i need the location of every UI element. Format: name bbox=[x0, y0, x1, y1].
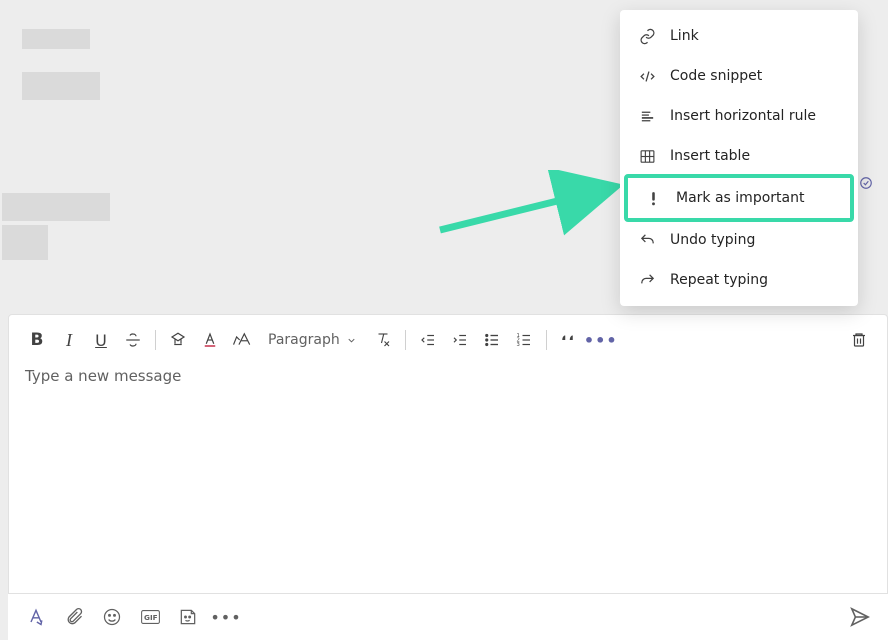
compose-input[interactable]: Type a new message bbox=[9, 359, 887, 593]
svg-text:GIF: GIF bbox=[144, 613, 158, 622]
font-color-button[interactable] bbox=[194, 323, 226, 357]
code-icon bbox=[638, 67, 656, 85]
paragraph-style-label: Paragraph bbox=[268, 332, 340, 348]
menu-item-label: Repeat typing bbox=[670, 272, 768, 288]
font-size-button[interactable] bbox=[226, 323, 258, 357]
menu-item-link[interactable]: Link bbox=[620, 16, 858, 56]
compose-placeholder: Type a new message bbox=[25, 367, 181, 385]
italic-button[interactable]: I bbox=[53, 323, 85, 357]
seen-checkmark-icon bbox=[859, 176, 873, 190]
menu-item-horizontal-rule[interactable]: Insert horizontal rule bbox=[620, 96, 858, 136]
format-context-menu: Link Code snippet Insert horizontal rule… bbox=[620, 10, 858, 306]
menu-item-label: Insert table bbox=[670, 148, 750, 164]
emoji-button[interactable] bbox=[100, 605, 124, 629]
svg-text:3: 3 bbox=[516, 342, 519, 348]
redacted-block bbox=[2, 193, 110, 221]
redo-icon bbox=[638, 271, 656, 289]
undo-icon bbox=[638, 231, 656, 249]
redacted-block bbox=[22, 72, 100, 100]
link-icon bbox=[638, 27, 656, 45]
menu-item-label: Undo typing bbox=[670, 232, 755, 248]
format-toggle-button[interactable] bbox=[24, 605, 48, 629]
highlight-button[interactable] bbox=[162, 323, 194, 357]
menu-item-insert-table[interactable]: Insert table bbox=[620, 136, 858, 176]
outdent-button[interactable] bbox=[412, 323, 444, 357]
menu-item-label: Code snippet bbox=[670, 68, 762, 84]
attach-button[interactable] bbox=[62, 605, 86, 629]
menu-item-undo[interactable]: Undo typing bbox=[620, 220, 858, 260]
bullet-list-button[interactable] bbox=[476, 323, 508, 357]
bold-button[interactable]: B bbox=[21, 323, 53, 357]
delete-draft-button[interactable] bbox=[843, 323, 875, 357]
numbered-list-button[interactable]: 1 2 3 bbox=[508, 323, 540, 357]
redacted-block bbox=[2, 225, 48, 260]
table-icon bbox=[638, 147, 656, 165]
indent-button[interactable] bbox=[444, 323, 476, 357]
giphy-button[interactable]: GIF bbox=[138, 605, 162, 629]
hrule-icon bbox=[638, 107, 656, 125]
toolbar-separator bbox=[546, 330, 547, 350]
compose-action-bar: GIF ••• bbox=[8, 594, 888, 640]
strikethrough-button[interactable] bbox=[117, 323, 149, 357]
chevron-down-icon bbox=[346, 335, 357, 346]
format-toolbar: B I U Paragraph bbox=[9, 315, 887, 359]
clear-format-button[interactable] bbox=[367, 323, 399, 357]
sticker-button[interactable] bbox=[176, 605, 200, 629]
menu-item-label: Insert horizontal rule bbox=[670, 108, 816, 124]
menu-item-redo[interactable]: Repeat typing bbox=[620, 260, 858, 300]
menu-item-label: Link bbox=[670, 28, 699, 44]
important-icon bbox=[644, 189, 662, 207]
underline-button[interactable]: U bbox=[85, 323, 117, 357]
send-button[interactable] bbox=[848, 605, 872, 629]
toolbar-separator bbox=[155, 330, 156, 350]
quote-button[interactable] bbox=[553, 323, 585, 357]
more-actions-button[interactable]: ••• bbox=[214, 605, 238, 629]
annotation-arrow bbox=[430, 170, 630, 240]
menu-item-label: Mark as important bbox=[676, 190, 804, 206]
compose-box: B I U Paragraph bbox=[8, 314, 888, 594]
paragraph-style-dropdown[interactable]: Paragraph bbox=[258, 332, 367, 348]
redacted-block bbox=[22, 29, 90, 49]
menu-item-mark-important[interactable]: Mark as important bbox=[626, 176, 852, 220]
more-format-button[interactable]: ••• bbox=[585, 323, 617, 357]
toolbar-separator bbox=[405, 330, 406, 350]
menu-item-code-snippet[interactable]: Code snippet bbox=[620, 56, 858, 96]
